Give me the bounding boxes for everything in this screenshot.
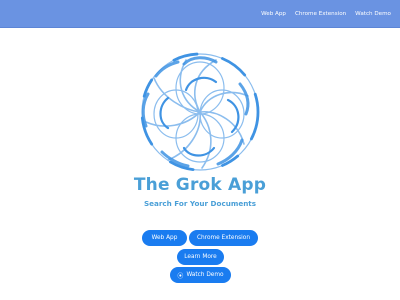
watch-demo-button-label: Watch Demo [186,272,224,278]
play-circle-icon: ⦿ [177,272,184,280]
watch-demo-button[interactable]: ⦿ Watch Demo [170,267,231,283]
chrome-extension-button[interactable]: Chrome Extension [189,230,258,246]
page-title: The Grok App [133,175,267,195]
nav-link-watch-demo[interactable]: Watch Demo [355,11,391,17]
web-app-button-label: Web App [151,235,178,241]
learn-more-button-label: Learn More [184,254,217,260]
web-app-button[interactable]: Web App [142,230,187,246]
grok-logo-icon [140,52,260,172]
learn-more-button[interactable]: Learn More [177,249,224,265]
top-nav-bar: Web App Chrome Extension Watch Demo [0,0,400,28]
page-subtitle: Search For Your Documents [143,199,257,208]
chrome-extension-button-label: Chrome Extension [196,235,251,241]
nav-links: Web App Chrome Extension Watch Demo [261,0,400,27]
nav-link-web-app[interactable]: Web App [261,11,286,17]
nav-link-chrome-extension[interactable]: Chrome Extension [295,11,346,17]
